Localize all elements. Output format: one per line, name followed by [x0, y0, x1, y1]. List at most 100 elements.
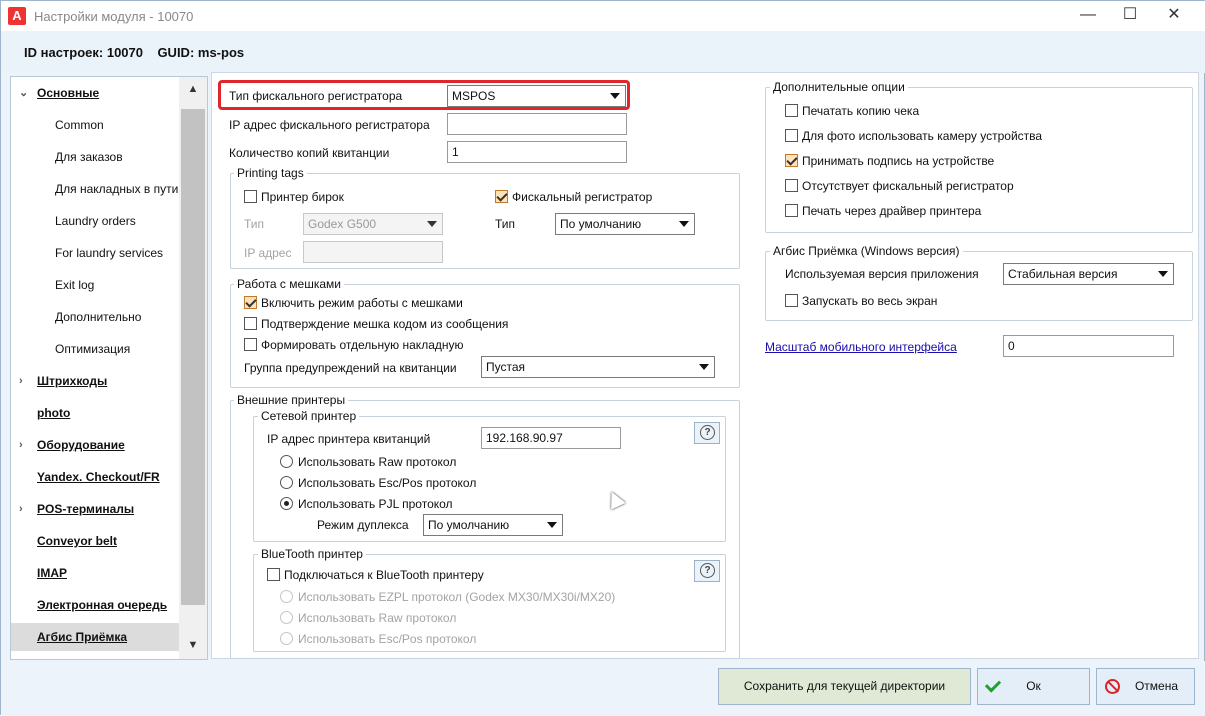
dropdown-arrow-icon — [547, 522, 557, 528]
nav-item-laundry-orders[interactable]: Laundry orders — [11, 207, 179, 235]
extra-options-title: Дополнительные опции — [770, 80, 908, 94]
nav-item-barcodes[interactable]: › Штрихкоды — [11, 367, 179, 395]
close-button[interactable]: ✕ — [1151, 1, 1197, 31]
nav-item-common[interactable]: Common — [11, 111, 179, 139]
nav-item-additional[interactable]: Дополнительно — [11, 303, 179, 331]
copies-input[interactable]: 1 — [447, 141, 627, 163]
fullscreen-label: Запускать во весь экран — [802, 294, 938, 308]
nav-item-waybills[interactable]: Для накладных в пути — [11, 175, 179, 203]
raw-protocol-label: Использовать Raw протокол — [298, 455, 457, 469]
network-help-button[interactable]: ? — [694, 422, 720, 444]
scroll-down-icon[interactable]: ▼ — [179, 639, 207, 651]
nav-item-photo[interactable]: photo — [11, 399, 179, 427]
chevron-right-icon[interactable]: › — [19, 367, 23, 395]
settings-id-guid: ID настроек: 10070 GUID: ms-pos — [24, 45, 245, 60]
tag-type-select[interactable]: Godex G500 — [303, 213, 443, 235]
duplex-label: Режим дуплекса — [317, 518, 409, 532]
settings-window: A Настройки модуля - 10070 — ☐ ✕ ID наст… — [0, 0, 1205, 716]
print-copy-checkbox[interactable] — [785, 104, 798, 117]
fiscal-ip-input[interactable] — [447, 113, 627, 135]
nav-item-orders[interactable]: Для заказов — [11, 143, 179, 171]
bluetooth-help-button[interactable]: ? — [694, 560, 720, 582]
nav-item-imap[interactable]: IMAP — [11, 559, 179, 587]
bags-confirm-label: Подтверждение мешка кодом из сообщения — [261, 317, 509, 331]
save-for-directory-button[interactable]: Сохранить для текущей директории — [718, 668, 971, 705]
dropdown-arrow-icon — [427, 221, 437, 227]
bt-escpos-radio[interactable] — [280, 632, 293, 645]
bt-escpos-label: Использовать Esc/Pos протокол — [298, 632, 477, 646]
bags-enable-label: Включить режим работы с мешками — [261, 296, 463, 310]
escpos-protocol-radio[interactable] — [280, 476, 293, 489]
tag-ip-input[interactable] — [303, 241, 443, 263]
scroll-up-icon[interactable]: ▲ — [179, 83, 207, 95]
network-ip-input[interactable]: 192.168.90.97 — [481, 427, 621, 449]
nav-item-exit-log[interactable]: Exit log — [11, 271, 179, 299]
help-icon: ? — [700, 563, 715, 578]
tag-printer-checkbox[interactable] — [244, 190, 257, 203]
signature-label: Принимать подпись на устройстве — [802, 154, 995, 168]
no-fiscal-checkbox[interactable] — [785, 179, 798, 192]
nav-scrollbar-thumb[interactable] — [181, 109, 205, 605]
pjl-protocol-radio[interactable] — [280, 497, 293, 510]
bags-confirm-checkbox[interactable] — [244, 317, 257, 330]
nav-item-equipment[interactable]: › Оборудование — [11, 431, 179, 459]
bluetooth-printer-title: BlueTooth принтер — [258, 547, 366, 561]
bt-raw-label: Использовать Raw протокол — [298, 611, 457, 625]
nav-item-yandex-checkout[interactable]: Yandex. Checkout/FR — [11, 463, 179, 491]
escpos-protocol-label: Использовать Esc/Pos протокол — [298, 476, 477, 490]
camera-checkbox[interactable] — [785, 129, 798, 142]
fiscal-register-label: Фискальный регистратор — [512, 190, 653, 204]
cancel-icon — [1105, 679, 1120, 694]
mobile-scale-input[interactable]: 0 — [1003, 335, 1174, 357]
nav-item-main[interactable]: ⌄ Основные — [11, 79, 179, 107]
nav-item-pos-terminals[interactable]: › POS-терминалы — [11, 495, 179, 523]
driver-print-label: Печать через драйвер принтера — [802, 204, 982, 218]
fullscreen-checkbox[interactable] — [785, 294, 798, 307]
tag-type-label: Тип — [244, 217, 265, 231]
nav-item-electronic-queue[interactable]: Электронная очередь — [11, 591, 179, 619]
signature-checkbox[interactable] — [785, 154, 798, 167]
bags-enable-checkbox[interactable] — [244, 296, 257, 309]
bluetooth-connect-checkbox[interactable] — [267, 568, 280, 581]
printing-tags-title: Printing tags — [234, 166, 307, 180]
nav-item-agbis-priemka[interactable]: Агбис Приёмка — [11, 623, 179, 651]
fiscal-ip-label: IP адрес фискального регистратора — [229, 118, 430, 132]
bt-ezpl-radio[interactable] — [280, 590, 293, 603]
chevron-right-icon[interactable]: › — [19, 431, 23, 459]
minimize-button[interactable]: — — [1065, 1, 1111, 31]
highlight-box — [218, 80, 630, 110]
fiscal-tag-type-select[interactable]: По умолчанию — [555, 213, 695, 235]
ok-button[interactable]: Ок — [977, 668, 1090, 705]
dropdown-arrow-icon — [679, 221, 689, 227]
camera-label: Для фото использовать камеру устройства — [802, 129, 1043, 143]
copies-label: Количество копий квитанции — [229, 146, 390, 160]
window-title: Настройки модуля - 10070 — [34, 9, 194, 24]
bt-ezpl-label: Использовать EZPL протокол (Godex MX30/M… — [298, 590, 616, 604]
fiscal-register-checkbox[interactable] — [495, 190, 508, 203]
bags-separate-checkbox[interactable] — [244, 338, 257, 351]
external-printers-title: Внешние принтеры — [234, 393, 349, 407]
cancel-button[interactable]: Отмена — [1096, 668, 1195, 705]
tag-printer-label: Принтер бирок — [261, 190, 344, 204]
checkmark-icon — [984, 676, 1002, 693]
app-version-select[interactable]: Стабильная версия — [1003, 263, 1174, 285]
bt-raw-radio[interactable] — [280, 611, 293, 624]
app-logo-icon: A — [8, 7, 26, 25]
duplex-select[interactable]: По умолчанию — [423, 514, 563, 536]
chevron-down-icon[interactable]: ⌄ — [19, 79, 28, 107]
nav-item-optimization[interactable]: Оптимизация — [11, 335, 179, 363]
mobile-scale-link[interactable]: Масштаб мобильного интерфейса — [765, 340, 957, 354]
settings-nav: ⌄ Основные Common Для заказов Для наклад… — [10, 76, 208, 660]
driver-print-checkbox[interactable] — [785, 204, 798, 217]
pjl-protocol-label: Использовать PJL протокол — [298, 497, 453, 511]
raw-protocol-radio[interactable] — [280, 455, 293, 468]
bags-title: Работа с мешками — [234, 277, 344, 291]
nav-item-laundry-services[interactable]: For laundry services — [11, 239, 179, 267]
chevron-right-icon[interactable]: › — [19, 495, 23, 523]
maximize-button[interactable]: ☐ — [1107, 1, 1153, 31]
nav-item-conveyor-belt[interactable]: Conveyor belt — [11, 527, 179, 555]
print-copy-label: Печатать копию чека — [802, 104, 920, 118]
agbis-windows-group — [765, 251, 1193, 321]
network-ip-label: IP адрес принтера квитанций — [267, 432, 431, 446]
warn-group-select[interactable]: Пустая — [481, 356, 715, 378]
